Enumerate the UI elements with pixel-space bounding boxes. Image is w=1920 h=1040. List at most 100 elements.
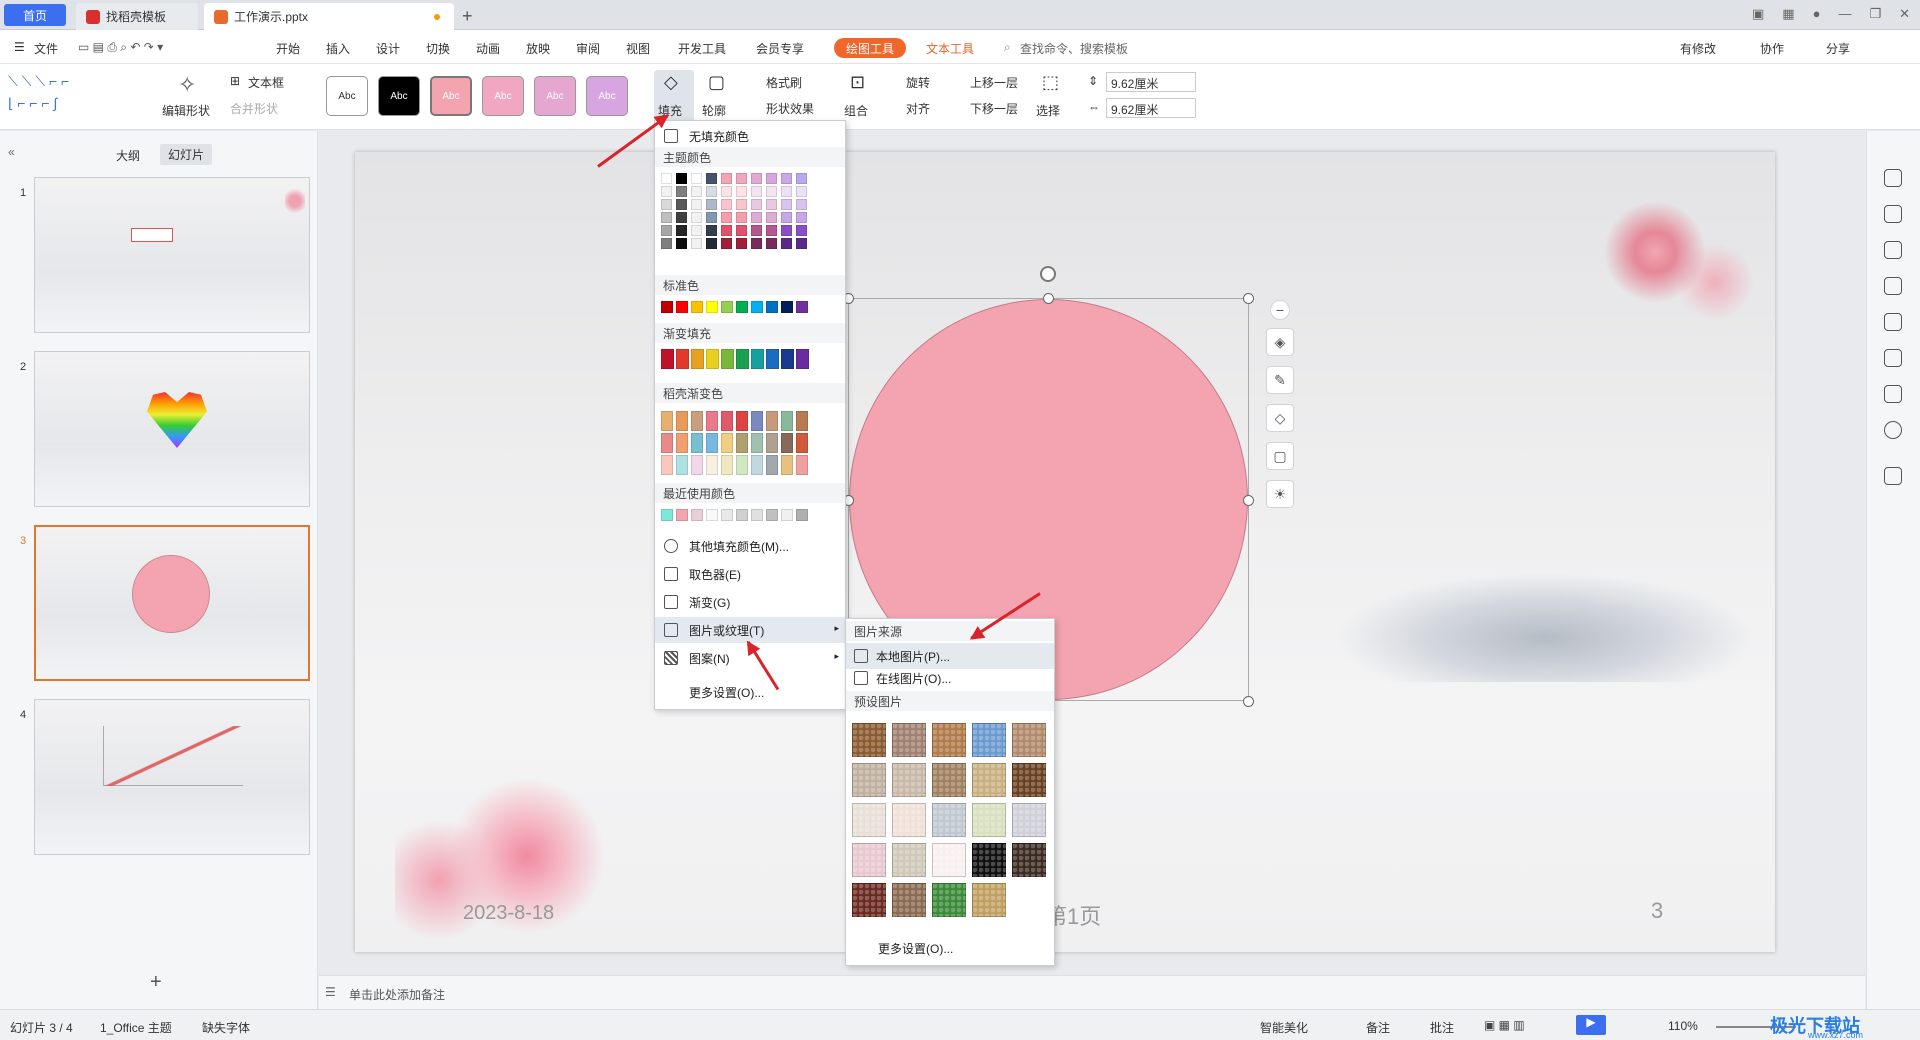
gradient-swatch[interactable]: [766, 349, 779, 369]
menu-transition[interactable]: 切换: [426, 40, 450, 57]
theme-color-swatch[interactable]: [751, 238, 762, 249]
style-5[interactable]: Abc: [534, 76, 576, 116]
docer-gradient-swatch[interactable]: [661, 455, 673, 475]
docer-gradient-swatch[interactable]: [736, 455, 748, 475]
tab-drawing-tools[interactable]: 绘图工具: [834, 38, 907, 58]
theme-color-swatch[interactable]: [721, 225, 732, 236]
theme-color-swatch[interactable]: [766, 173, 777, 184]
more-fill-colors-item[interactable]: 其他填充颜色(M)...: [655, 533, 845, 559]
theme-color-swatch[interactable]: [661, 212, 672, 223]
width-input[interactable]: 9.62厘米: [1106, 98, 1196, 118]
has-changes[interactable]: 有修改: [1680, 40, 1716, 57]
docer-gradient-swatch[interactable]: [706, 455, 718, 475]
theme-color-swatch[interactable]: [721, 212, 732, 223]
theme-color-swatch[interactable]: [796, 225, 807, 236]
preset-texture-grid[interactable]: [852, 723, 1052, 923]
docer-gradient-swatch[interactable]: [796, 455, 808, 475]
docer-gradient-grid[interactable]: [661, 411, 841, 479]
collaborate[interactable]: 协作: [1760, 40, 1784, 57]
slide-thumbnail-1[interactable]: [34, 177, 310, 333]
theme-color-swatch[interactable]: [736, 186, 747, 197]
theme-color-swatch[interactable]: [661, 199, 672, 210]
style-2[interactable]: Abc: [378, 76, 420, 116]
docer-gradient-swatch[interactable]: [766, 411, 778, 431]
theme-color-swatch[interactable]: [721, 173, 732, 184]
theme-color-swatch[interactable]: [766, 199, 777, 210]
gradient-swatch[interactable]: [706, 349, 719, 369]
theme-color-swatch[interactable]: [676, 186, 687, 197]
theme-color-swatch[interactable]: [661, 173, 672, 184]
standard-color-swatch[interactable]: [661, 301, 673, 313]
smart-beautify[interactable]: 智能美化: [1260, 1019, 1308, 1036]
docer-gradient-swatch[interactable]: [796, 433, 808, 453]
preset-texture-thumbnail[interactable]: [1012, 803, 1046, 837]
theme-color-swatch[interactable]: [721, 238, 732, 249]
theme-color-swatch[interactable]: [781, 173, 792, 184]
preset-texture-thumbnail[interactable]: [972, 763, 1006, 797]
edit-shape-icon[interactable]: ✧: [178, 72, 196, 98]
format-brush[interactable]: 格式刷: [766, 74, 802, 91]
menu-review[interactable]: 审阅: [576, 40, 600, 57]
standard-color-swatch[interactable]: [781, 301, 793, 313]
recent-color-swatch[interactable]: [676, 509, 688, 521]
preset-texture-thumbnail[interactable]: [932, 723, 966, 757]
notes-placeholder[interactable]: 单击此处添加备注: [349, 986, 445, 1003]
standard-color-swatch[interactable]: [736, 301, 748, 313]
docer-gradient-swatch[interactable]: [676, 455, 688, 475]
theme-color-swatch[interactable]: [736, 173, 747, 184]
preset-texture-thumbnail[interactable]: [972, 883, 1006, 917]
theme-color-swatch[interactable]: [691, 199, 702, 210]
preset-texture-thumbnail[interactable]: [852, 723, 886, 757]
theme-color-swatch[interactable]: [676, 225, 687, 236]
theme-color-swatch[interactable]: [751, 199, 762, 210]
recent-color-swatch[interactable]: [691, 509, 703, 521]
theme-color-swatch[interactable]: [676, 173, 687, 184]
theme-color-swatch[interactable]: [781, 186, 792, 197]
select[interactable]: 选择: [1036, 102, 1060, 119]
submenu-more-settings-item[interactable]: 更多设置(O)...: [846, 935, 1054, 961]
docer-gradient-swatch[interactable]: [661, 411, 673, 431]
preset-texture-thumbnail[interactable]: [932, 843, 966, 877]
docer-gradient-swatch[interactable]: [766, 455, 778, 475]
zoom-level[interactable]: 110%: [1668, 1019, 1698, 1033]
theme-color-swatch[interactable]: [796, 173, 807, 184]
edit-shape[interactable]: 编辑形状: [162, 102, 210, 119]
search-icon[interactable]: ⌕: [1004, 40, 1011, 55]
layout-icon[interactable]: ▣: [1752, 6, 1764, 22]
docer-gradient-swatch[interactable]: [721, 411, 733, 431]
menu-developer[interactable]: 开发工具: [678, 40, 726, 57]
add-slide-icon[interactable]: +: [150, 971, 162, 994]
preset-texture-thumbnail[interactable]: [1012, 843, 1046, 877]
shape-effect[interactable]: 形状效果: [766, 100, 814, 117]
online-picture-item[interactable]: 在线图片(O)...: [846, 665, 1054, 691]
gradient-swatch[interactable]: [796, 349, 809, 369]
gradient-swatch[interactable]: [781, 349, 794, 369]
align[interactable]: 对齐: [906, 100, 930, 117]
docer-gradient-swatch[interactable]: [676, 411, 688, 431]
preset-texture-thumbnail[interactable]: [972, 723, 1006, 757]
minimize-icon[interactable]: —: [1838, 6, 1851, 22]
bulb-icon[interactable]: ☀: [1266, 480, 1294, 508]
preset-texture-thumbnail[interactable]: [892, 723, 926, 757]
recent-color-swatch[interactable]: [736, 509, 748, 521]
standard-color-swatch[interactable]: [691, 301, 703, 313]
theme-color-swatch[interactable]: [706, 225, 717, 236]
standard-color-row[interactable]: [661, 301, 841, 317]
more-settings-item[interactable]: 更多设置(O)...: [655, 679, 845, 705]
theme-color-swatch[interactable]: [721, 199, 732, 210]
view-mode-icons[interactable]: ▣ ▦ ▥: [1484, 1018, 1525, 1032]
resize-handle[interactable]: [1243, 495, 1254, 506]
resize-handle[interactable]: [1243, 696, 1254, 707]
fill-float-icon[interactable]: ◇: [1266, 404, 1294, 432]
standard-color-swatch[interactable]: [751, 301, 763, 313]
slide-thumbnail-4[interactable]: [34, 699, 310, 855]
restore-icon[interactable]: ❐: [1869, 6, 1881, 22]
location-icon[interactable]: [1884, 349, 1902, 367]
recent-color-swatch[interactable]: [796, 509, 808, 521]
theme-name[interactable]: 1_Office 主题: [100, 1019, 172, 1036]
rotate[interactable]: 旋转: [906, 74, 930, 91]
avatar[interactable]: ●: [1813, 6, 1821, 22]
theme-color-swatch[interactable]: [691, 212, 702, 223]
slide-thumbnail-2[interactable]: [34, 351, 310, 507]
theme-color-swatch[interactable]: [676, 238, 687, 249]
